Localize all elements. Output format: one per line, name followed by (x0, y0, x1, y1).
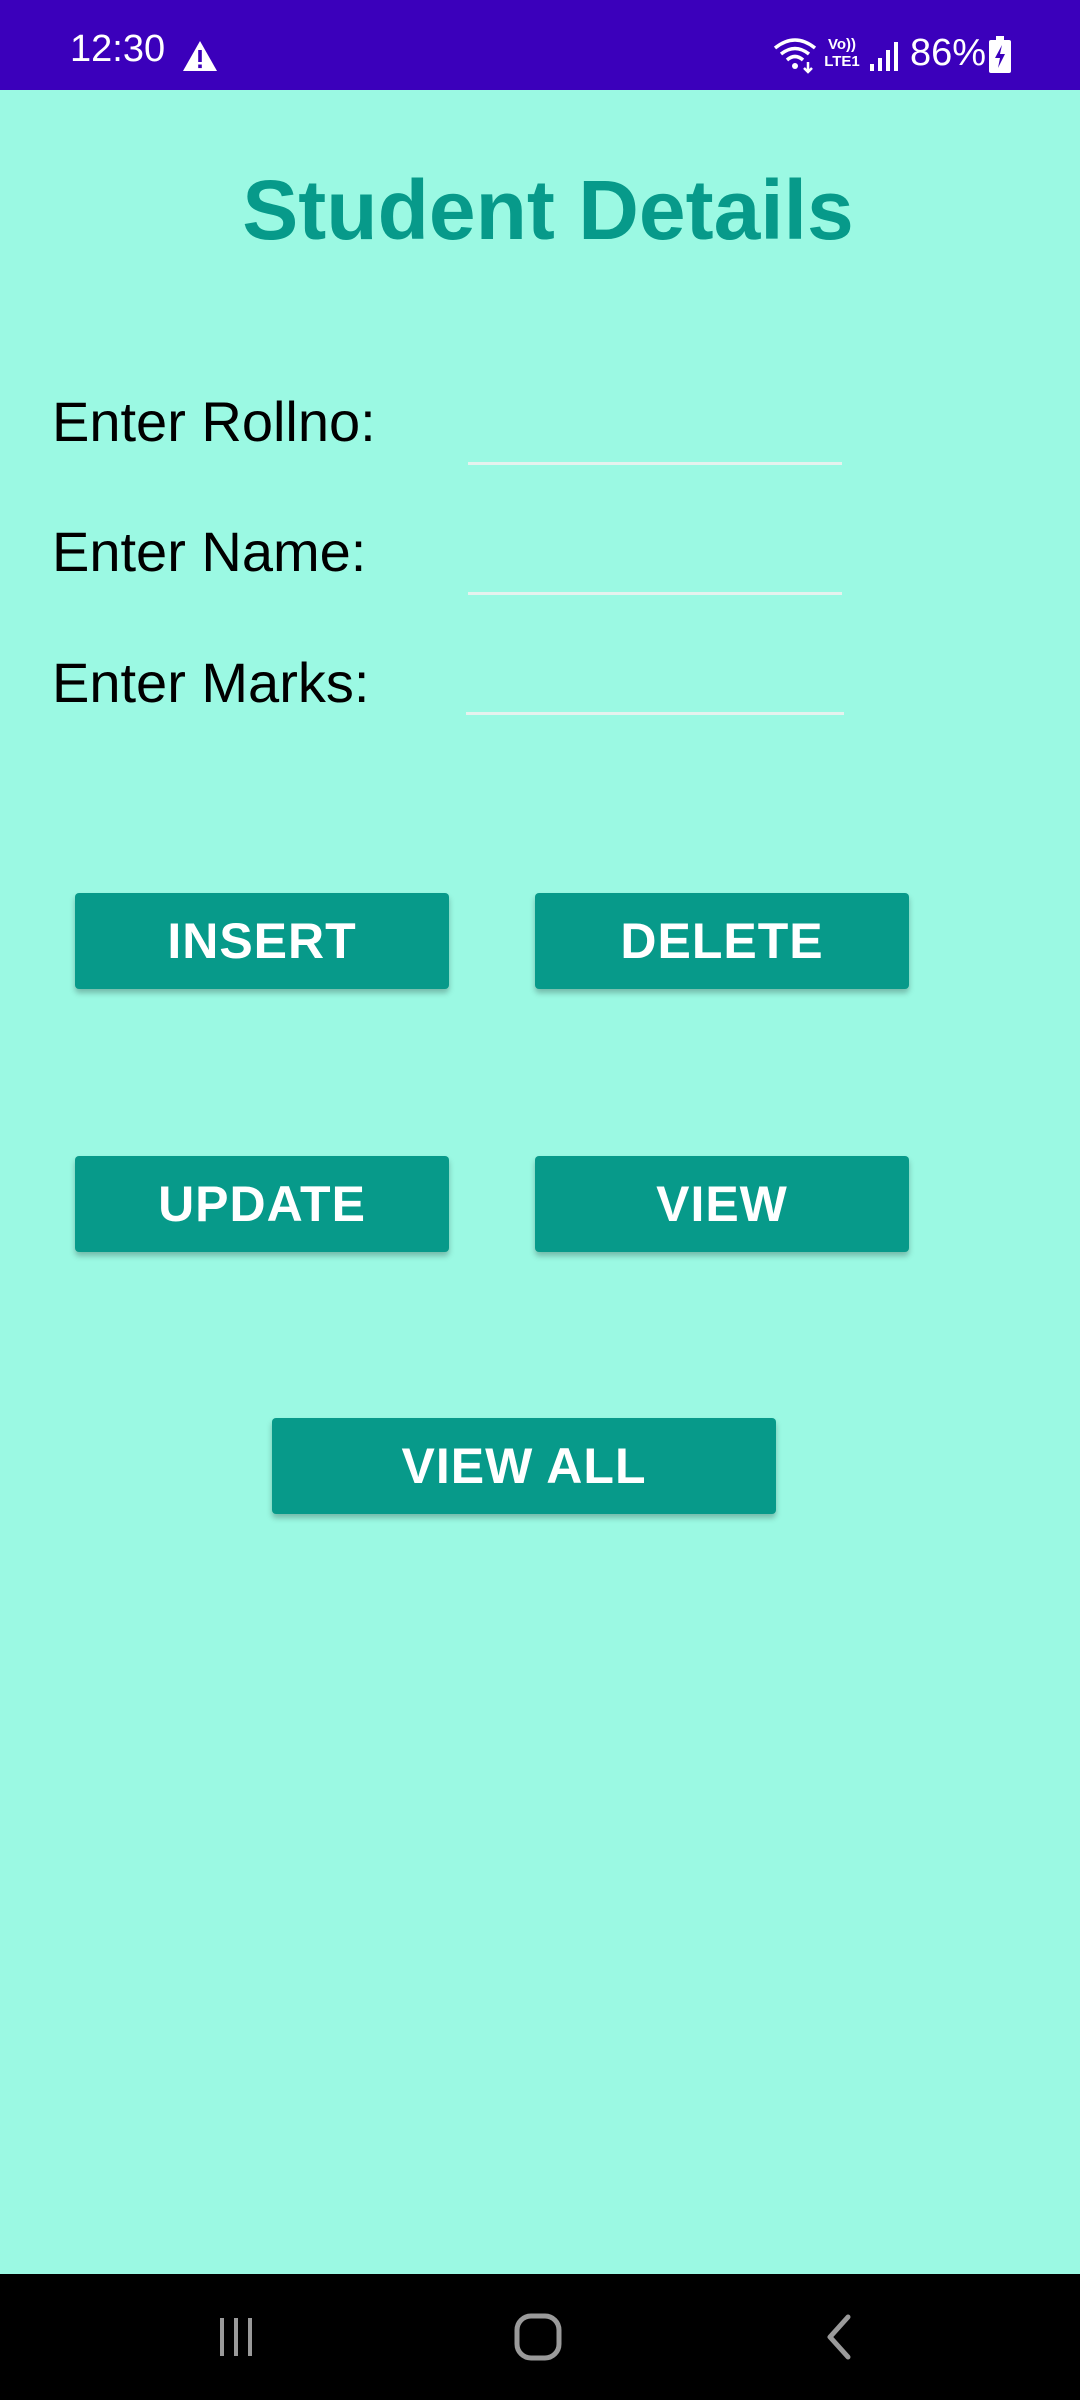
home-icon (514, 2313, 562, 2361)
home-button[interactable] (438, 2274, 638, 2400)
delete-button[interactable]: DELETE (535, 893, 909, 989)
battery-charging-icon (989, 36, 1011, 73)
marks-input[interactable] (466, 656, 844, 715)
name-input[interactable] (468, 536, 842, 595)
warning-icon (183, 41, 217, 71)
recent-apps-icon (220, 2318, 252, 2356)
back-icon (827, 2314, 851, 2360)
view-button[interactable]: VIEW (535, 1156, 909, 1252)
marks-label: Enter Marks: (52, 651, 370, 714)
signal-icon (870, 42, 898, 71)
name-label: Enter Name: (52, 520, 367, 583)
app-screen: 12:30 Vo)) LTE1 86% Student Details Ente… (0, 0, 1080, 2400)
view-all-button[interactable]: VIEW ALL (272, 1418, 776, 1514)
rollno-label: Enter Rollno: (52, 390, 376, 453)
status-time: 12:30 (70, 28, 166, 70)
network-type-label: Vo)) LTE1 (824, 36, 860, 70)
update-button[interactable]: UPDATE (75, 1156, 449, 1252)
status-bar: 12:30 Vo)) LTE1 86% (0, 0, 1080, 90)
rollno-input[interactable] (468, 406, 842, 465)
wifi-icon (773, 38, 817, 74)
back-button[interactable] (740, 2274, 940, 2400)
recent-apps-button[interactable] (136, 2274, 336, 2400)
insert-button[interactable]: INSERT (75, 893, 449, 989)
battery-percent: 86% (910, 32, 987, 74)
page-title: Student Details (242, 163, 854, 257)
navigation-bar (0, 2274, 1080, 2400)
